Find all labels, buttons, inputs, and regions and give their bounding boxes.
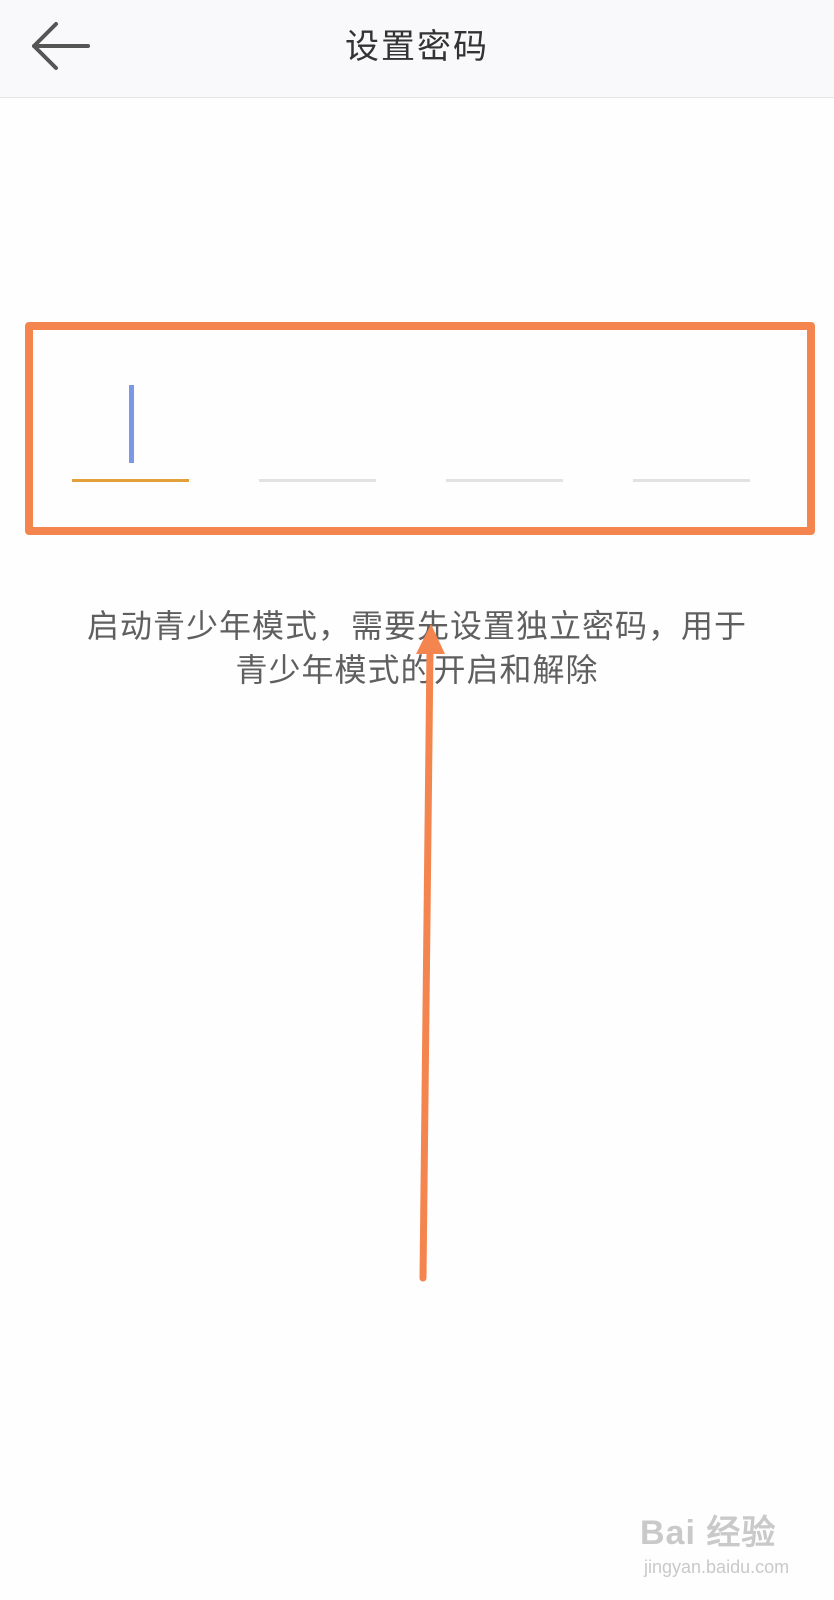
nav-bar: 设置密码 [0, 0, 834, 98]
watermark-logo: Bai 经验 [640, 1514, 777, 1552]
baidu-jingyan-watermark: Bai 经验 jingyan.baidu.com [640, 1505, 820, 1590]
page-title: 设置密码 [345, 27, 489, 67]
annotation-arrow [416, 624, 445, 1282]
description-line-2: 青少年模式的开启和解除 [235, 651, 599, 689]
watermark-url: jingyan.baidu.com [644, 1557, 790, 1577]
annotation-arrow-shaft [419, 646, 434, 1282]
description-text: 启动青少年模式，需要先设置独立密码，用于 青少年模式的开启和解除 [50, 604, 784, 692]
annotation-highlight-box [25, 322, 815, 535]
description-line-1: 启动青少年模式，需要先设置独立密码，用于 [86, 607, 747, 645]
